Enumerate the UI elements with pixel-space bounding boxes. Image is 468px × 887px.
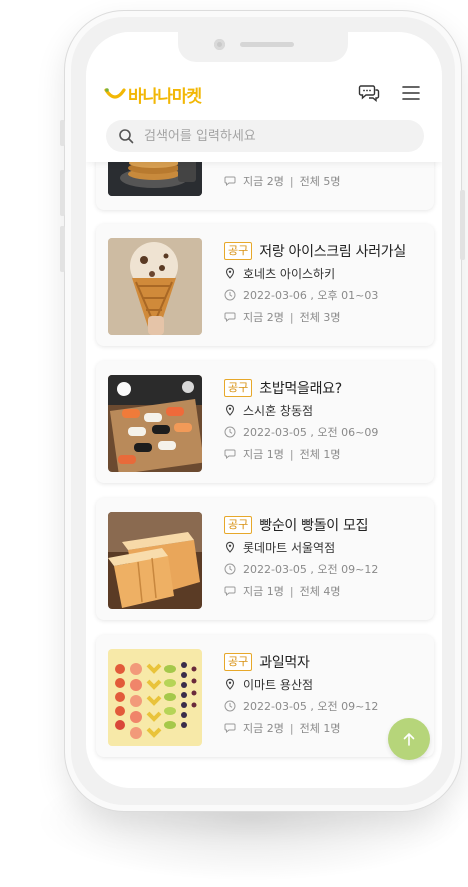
- list-item[interactable]: 공구 초밥먹을래요? 스시혼 창동점 2022-03-05 , 오전 06~09…: [96, 361, 434, 483]
- separator: |: [289, 721, 294, 735]
- location-pin-icon: [225, 678, 235, 690]
- place-name: 스시혼 창동점: [243, 403, 314, 418]
- separator: |: [289, 447, 294, 461]
- place-name: 호네츠 아이스하키: [243, 266, 336, 281]
- clock-icon: [224, 563, 236, 575]
- datetime: 2022-03-06 , 오후 01~03: [243, 289, 379, 302]
- search-input[interactable]: [144, 128, 394, 144]
- chat-bubble-icon: [224, 449, 236, 460]
- datetime-row: 2022-03-05 , 오전 09~12: [224, 695, 424, 717]
- group-buy-badge: 공구: [224, 653, 253, 671]
- separator: |: [289, 174, 294, 188]
- title-row: 공구 과일먹자: [224, 651, 424, 673]
- total-count: 전체 4명: [299, 585, 341, 598]
- front-camera: [214, 39, 225, 50]
- participants-row: 지금 1명 | 전체 4명: [224, 580, 424, 602]
- chat-bubble-icon: [224, 586, 236, 597]
- current-count: 지금 2명: [243, 722, 284, 735]
- total-count: 전체 5명: [299, 175, 341, 188]
- participants-row: 지금 1명 | 전체 1명: [224, 443, 424, 465]
- hamburger-menu-icon[interactable]: [400, 82, 422, 104]
- datetime-row: 2022-03-05 , 오전 09~12: [224, 558, 424, 580]
- app-screen: 지금 2명 | 전체 5명 공구 저랑 아이스크림 사러가실 호네츠 아이스하키…: [86, 32, 442, 788]
- clock-icon: [224, 289, 236, 301]
- location-pin-icon: [225, 404, 235, 416]
- participants-row: 지금 2명 | 전체 3명: [224, 306, 424, 328]
- place-name: 롯데마트 서울역점: [243, 540, 336, 555]
- group-buy-badge: 공구: [224, 242, 253, 260]
- chat-bubble-icon: [224, 176, 236, 187]
- post-title: 저랑 아이스크림 사러가실: [259, 244, 406, 260]
- place-row: 이마트 용산점: [224, 673, 424, 695]
- post-image: [108, 512, 202, 609]
- group-buy-badge: 공구: [224, 516, 253, 534]
- current-count: 지금 1명: [243, 448, 284, 461]
- phone-notch: [178, 32, 348, 62]
- post-title: 과일먹자: [259, 655, 310, 671]
- banana-smile-icon: [104, 87, 126, 99]
- datetime: 2022-03-05 , 오전 09~12: [243, 700, 379, 713]
- current-count: 지금 1명: [243, 585, 284, 598]
- participants-row: 지금 2명 | 전체 5명: [224, 170, 424, 192]
- search-icon: [119, 129, 134, 144]
- separator: |: [289, 584, 294, 598]
- scroll-top-button[interactable]: [388, 718, 430, 760]
- place-name: 이마트 용산점: [243, 677, 314, 692]
- volume-up-button: [60, 170, 65, 216]
- volume-down-button: [60, 226, 65, 272]
- title-row: 공구 빵순이 빵돌이 모집: [224, 514, 424, 536]
- post-image: [108, 238, 202, 335]
- list-item[interactable]: 공구 빵순이 빵돌이 모집 롯데마트 서울역점 2022-03-05 , 오전 …: [96, 498, 434, 620]
- post-title: 빵순이 빵돌이 모집: [259, 518, 369, 534]
- group-buy-badge: 공구: [224, 379, 253, 397]
- clock-icon: [224, 426, 236, 438]
- place-row: 스시혼 창동점: [224, 399, 424, 421]
- list-item[interactable]: 공구 과일먹자 이마트 용산점 2022-03-05 , 오전 09~12 지금…: [96, 635, 434, 757]
- app-header: 바나나마켓: [86, 32, 442, 162]
- datetime-row: 2022-03-05 , 오전 06~09: [224, 421, 424, 443]
- logo-text: 바나나마켓: [128, 87, 202, 107]
- title-row: 공구 초밥먹을래요?: [224, 377, 424, 399]
- total-count: 전체 1명: [299, 722, 341, 735]
- location-pin-icon: [225, 541, 235, 553]
- chat-bubble-icon: [224, 312, 236, 323]
- total-count: 전체 3명: [299, 311, 341, 324]
- total-count: 전체 1명: [299, 448, 341, 461]
- post-image: [108, 649, 202, 746]
- title-row: 공구 저랑 아이스크림 사러가실: [224, 240, 424, 262]
- datetime: 2022-03-05 , 오전 09~12: [243, 563, 379, 576]
- current-count: 지금 2명: [243, 175, 284, 188]
- search-bar[interactable]: [106, 120, 424, 152]
- chat-bubbles-icon[interactable]: [358, 82, 380, 104]
- place-row: 롯데마트 서울역점: [224, 536, 424, 558]
- list-item[interactable]: 공구 저랑 아이스크림 사러가실 호네츠 아이스하키 2022-03-06 , …: [96, 224, 434, 346]
- datetime-row: 2022-03-06 , 오후 01~03: [224, 284, 424, 306]
- arrow-up-icon: [403, 733, 415, 746]
- mute-switch: [60, 120, 65, 146]
- earpiece-speaker: [240, 42, 294, 47]
- current-count: 지금 2명: [243, 311, 284, 324]
- post-title: 초밥먹을래요?: [259, 381, 342, 397]
- post-image: [108, 375, 202, 472]
- app-logo[interactable]: 바나나마켓: [104, 82, 202, 107]
- datetime: 2022-03-05 , 오전 06~09: [243, 426, 379, 439]
- place-row: 호네츠 아이스하키: [224, 262, 424, 284]
- power-button: [460, 190, 465, 260]
- separator: |: [289, 310, 294, 324]
- clock-icon: [224, 700, 236, 712]
- chat-bubble-icon: [224, 723, 236, 734]
- location-pin-icon: [225, 267, 235, 279]
